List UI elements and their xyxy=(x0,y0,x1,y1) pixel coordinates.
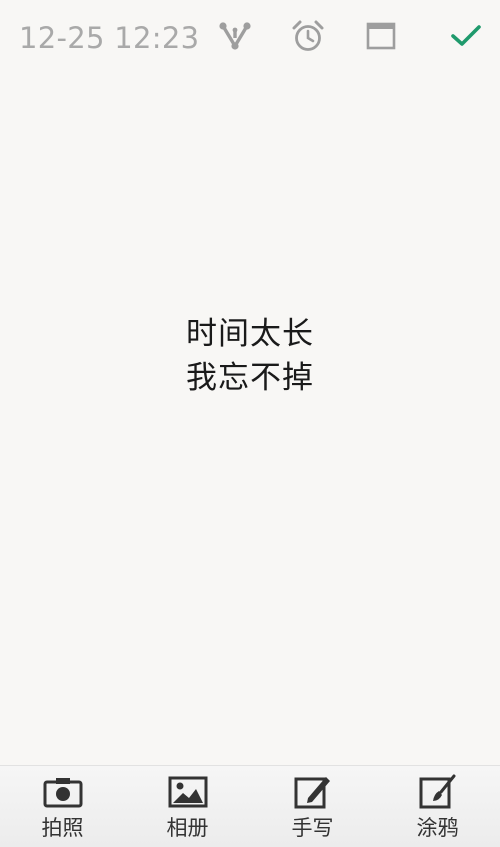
doodle-icon xyxy=(418,774,458,810)
note-line: 时间太长 xyxy=(186,316,314,352)
note-content[interactable]: 时间太长 我忘不掉 xyxy=(0,312,500,400)
bottom-toolbar: 拍照 相册 手写 涂鸦 xyxy=(0,765,500,847)
done-button[interactable] xyxy=(446,18,486,58)
album-button[interactable]: 相册 xyxy=(125,766,250,847)
note-editor-screen: 12-25 12:23 时间太长 我忘不掉 拍照 相册 手写 涂鸦 xyxy=(0,0,500,847)
note-line: 我忘不掉 xyxy=(186,360,314,396)
handwrite-icon xyxy=(293,774,333,810)
note-timestamp: 12-25 12:23 xyxy=(19,21,200,55)
album-label: 相册 xyxy=(166,816,209,840)
doodle-label: 涂鸦 xyxy=(416,816,459,840)
handwrite-label: 手写 xyxy=(291,816,334,840)
share-button[interactable] xyxy=(215,18,255,58)
camera-label: 拍照 xyxy=(41,816,84,840)
share-icon xyxy=(218,21,252,55)
top-bar: 12-25 12:23 xyxy=(0,0,500,78)
camera-button[interactable]: 拍照 xyxy=(0,766,125,847)
alarm-clock-icon xyxy=(291,19,325,57)
fullscreen-button[interactable] xyxy=(361,18,401,58)
camera-icon xyxy=(43,774,83,810)
handwrite-button[interactable]: 手写 xyxy=(250,766,375,847)
window-icon xyxy=(366,22,396,54)
picture-icon xyxy=(168,774,208,810)
doodle-button[interactable]: 涂鸦 xyxy=(375,766,500,847)
reminder-button[interactable] xyxy=(288,18,328,58)
checkmark-icon xyxy=(450,23,482,53)
